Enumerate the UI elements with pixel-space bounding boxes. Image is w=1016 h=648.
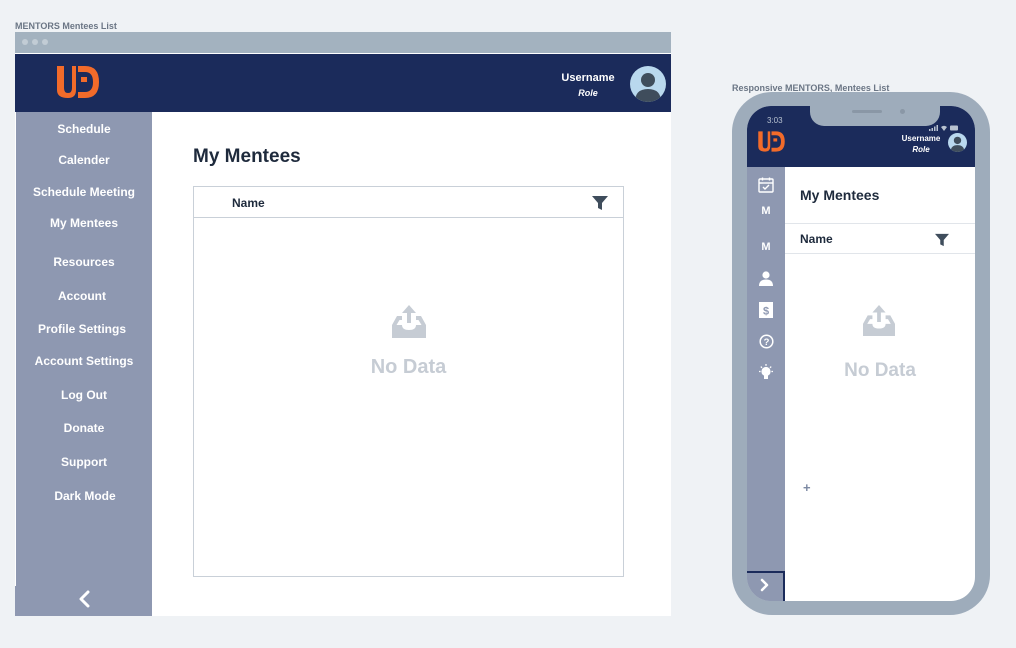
mobile-filter-icon[interactable] <box>935 233 949 252</box>
sidebar-item-schedule-meeting[interactable]: Schedule Meeting <box>16 185 152 199</box>
mobile-user-info[interactable]: Username Role <box>897 134 945 154</box>
help-icon[interactable]: ? <box>747 334 785 352</box>
lightbulb-icon[interactable] <box>747 364 785 384</box>
mobile-sidebar: M M $ ? <box>747 167 785 601</box>
mobile-page-title: My Mentees <box>800 187 880 203</box>
chevron-left-icon <box>78 590 90 613</box>
phone-screen: 3:03 Username Role M M $ ? My Mentees Na… <box>747 106 975 601</box>
user-info[interactable]: Username Role <box>555 72 621 98</box>
svg-text:?: ? <box>763 337 769 348</box>
desktop-window: Username Role Schedule Calender Schedule… <box>15 32 671 616</box>
mobile-empty-state-text: No Data <box>844 360 916 381</box>
add-button[interactable]: + <box>803 480 811 495</box>
sidebar-item-calender[interactable]: Calender <box>16 153 152 167</box>
phone-notch <box>810 106 940 126</box>
mobile-column-name-header[interactable]: Name <box>800 232 833 246</box>
column-name-header[interactable]: Name <box>232 196 265 210</box>
mobile-table-header: Name <box>785 223 975 254</box>
sidebar-item-schedule[interactable]: Schedule <box>16 122 152 136</box>
table-header: Name <box>194 187 623 218</box>
sidebar-expand-button[interactable] <box>747 571 785 601</box>
sidebar-item-account-settings[interactable]: Account Settings <box>16 354 152 368</box>
sidebar-item-support[interactable]: Support <box>16 455 152 469</box>
sidebar-item-profile-settings[interactable]: Profile Settings <box>14 322 150 336</box>
page-title: My Mentees <box>193 146 301 167</box>
camera-dot <box>900 109 905 114</box>
window-minimize-dot[interactable] <box>32 39 38 45</box>
sidebar-collapse-button[interactable] <box>15 586 152 616</box>
empty-state-text: No Data <box>370 356 447 378</box>
phone-frame: 3:03 Username Role M M $ ? My Mentees Na… <box>732 92 990 615</box>
sidebar-item-m-1[interactable]: M <box>747 205 785 217</box>
brand-logo[interactable] <box>55 64 101 100</box>
sidebar-item-my-mentees[interactable]: My Mentees <box>16 216 152 230</box>
mentees-table: Name No Data <box>193 186 624 577</box>
window-close-dot[interactable] <box>22 39 28 45</box>
app-header: Username Role <box>15 54 671 112</box>
avatar[interactable] <box>630 66 666 102</box>
sidebar-item-log-out[interactable]: Log Out <box>16 388 152 402</box>
mobile-username-label: Username <box>901 134 941 143</box>
username-label: Username <box>561 72 615 84</box>
chevron-right-icon <box>760 578 770 597</box>
filter-icon[interactable] <box>592 195 608 216</box>
speaker-grille <box>852 110 882 113</box>
sidebar-item-account[interactable]: Account <box>14 289 150 303</box>
calendar-check-icon[interactable] <box>747 177 785 196</box>
sidebar-item-dark-mode[interactable]: Dark Mode <box>17 489 153 503</box>
mobile-brand-logo[interactable] <box>757 130 786 153</box>
window-chrome <box>15 32 671 53</box>
sidebar: Schedule Calender Schedule Meeting My Me… <box>16 112 152 616</box>
svg-text:$: $ <box>763 306 769 318</box>
sidebar-item-m-2[interactable]: M <box>747 241 785 253</box>
status-time: 3:03 <box>767 116 783 125</box>
role-label: Role <box>578 88 598 98</box>
window-maximize-dot[interactable] <box>42 39 48 45</box>
user-icon[interactable] <box>747 271 785 289</box>
mobile-avatar[interactable] <box>948 133 967 152</box>
sidebar-item-donate[interactable]: Donate <box>16 421 152 435</box>
inbox-upload-icon <box>390 305 428 344</box>
mobile-inbox-upload-icon <box>861 305 897 342</box>
dollar-icon[interactable]: $ <box>747 302 785 321</box>
sidebar-item-resources[interactable]: Resources <box>16 255 152 269</box>
mobile-role-label: Role <box>912 145 930 154</box>
desktop-frame-label: MENTORS Mentees List <box>15 21 117 31</box>
